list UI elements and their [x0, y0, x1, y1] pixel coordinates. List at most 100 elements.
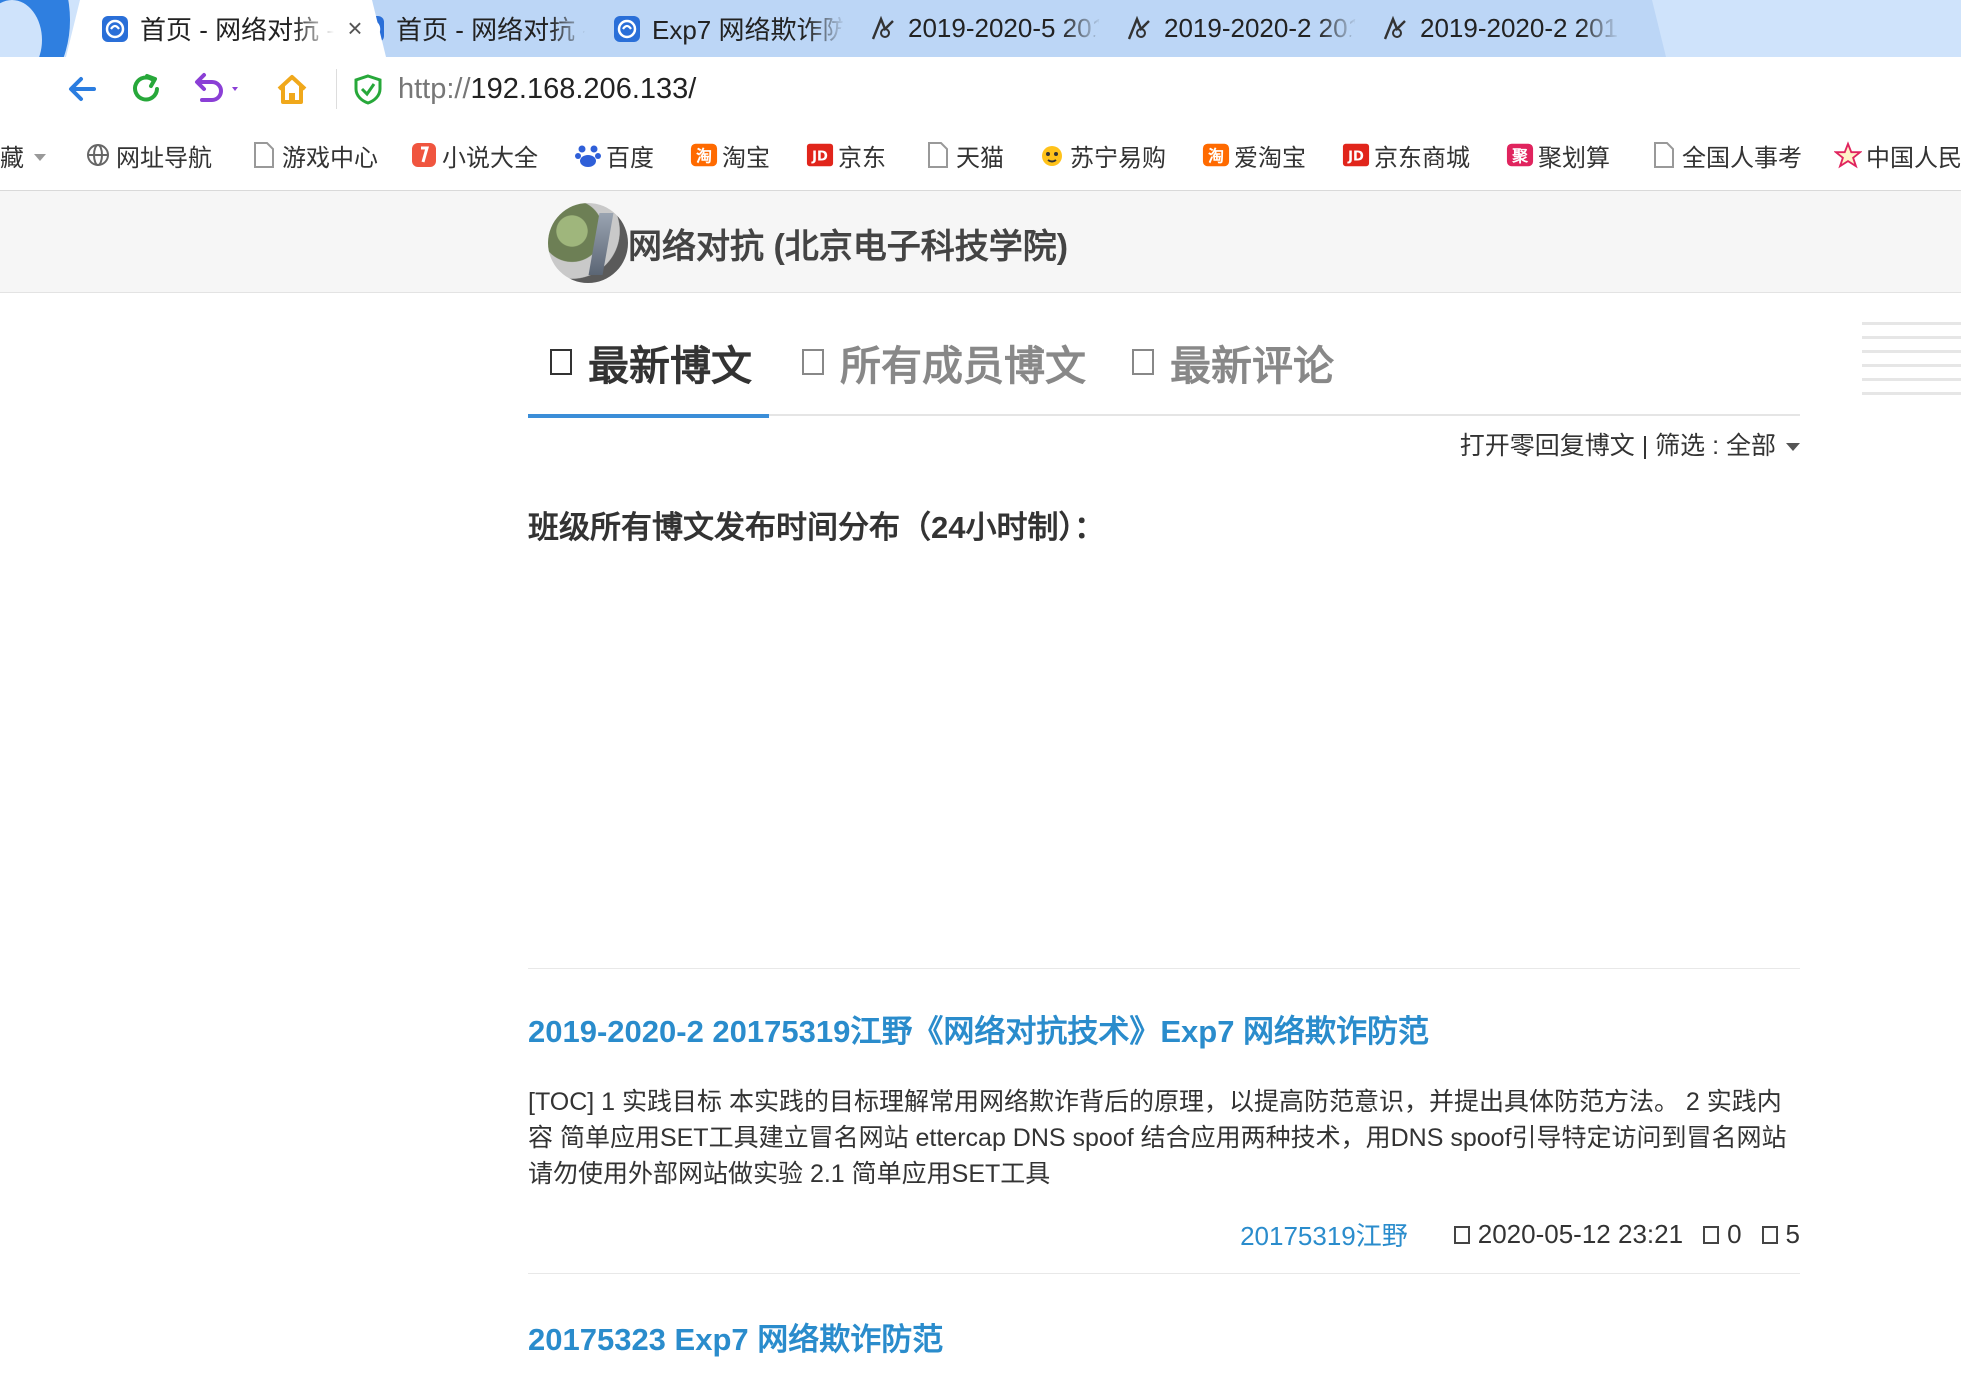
post-comments[interactable]: 0	[1703, 1219, 1742, 1250]
back-button[interactable]	[60, 67, 104, 111]
post-title-link[interactable]: 2019-2020-2 20175319江野《网络对抗技术》Exp7 网络欺诈防…	[528, 1006, 1429, 1051]
post-views: 5	[1761, 1219, 1800, 1250]
taobao-icon: 淘	[690, 141, 718, 169]
browser-tab-title: 首页 - 网络对抗 - 北京电子科技学院	[396, 10, 590, 47]
active-tab-indicator	[528, 414, 769, 418]
browser-nav-bar: http://192.168.206.133/	[0, 57, 1961, 119]
security-shield-icon	[354, 74, 382, 105]
bookmark-label: 京东商城	[1374, 144, 1470, 172]
refresh-button[interactable]	[124, 67, 168, 111]
divider	[528, 1273, 1800, 1274]
cnblogs-icon	[612, 14, 642, 44]
bookmark-item[interactable]: 苏宁易购	[1038, 139, 1166, 172]
tab-latest-posts[interactable]: 最新博文	[550, 332, 752, 392]
bookmark-label: 游戏中心	[282, 144, 378, 172]
bookmark-label: 百度	[606, 144, 654, 172]
url-scheme: http://	[398, 73, 471, 105]
post-datetime-value: 2020-05-12 23:21	[1477, 1219, 1684, 1249]
tab-icon	[802, 349, 824, 375]
distribution-chart-area	[528, 560, 1800, 960]
page-icon	[250, 141, 278, 169]
post-comments-count: 0	[1727, 1219, 1742, 1249]
novel-icon	[410, 141, 438, 169]
bookmark-favorites[interactable]: 藏	[0, 139, 46, 172]
suning-icon	[1038, 141, 1066, 169]
svg-text:淘: 淘	[1208, 147, 1224, 166]
post-datetime: 2020-05-12 23:21	[1453, 1219, 1684, 1250]
bookmark-label: 天猫	[956, 144, 1004, 172]
home-icon	[277, 75, 307, 104]
eye-icon	[1761, 1225, 1778, 1244]
bookmark-item[interactable]: 淘 淘宝	[690, 139, 770, 172]
clock-icon	[1453, 1225, 1470, 1244]
star-icon	[1834, 141, 1862, 169]
browser-tab-title: Exp7 网络欺诈防范	[652, 10, 846, 47]
bookmark-label: 全国人事考	[1682, 144, 1802, 172]
tab-icon	[550, 349, 572, 375]
cnblogs-icon	[100, 14, 130, 44]
side-menu-lines	[1862, 322, 1961, 414]
bookmark-item[interactable]: JD 京东商城	[1342, 139, 1470, 172]
post-author-link[interactable]: 20175319江野	[1240, 1216, 1408, 1253]
bookmark-item[interactable]: 游戏中心	[250, 139, 378, 172]
distribution-title: 班级所有博文发布时间分布（24小时制）：	[528, 510, 1105, 545]
post-title-link[interactable]: 20175323 Exp7 网络欺诈防范	[528, 1314, 943, 1359]
comment-icon	[1703, 1225, 1720, 1244]
bookmark-item[interactable]: 聚 聚划算	[1506, 139, 1610, 172]
bookmark-label: 网址导航	[116, 144, 212, 172]
post-excerpt: [TOC] 1 实践目标 本实践的目标理解常用网络欺诈背后的原理，以提高防范意识…	[528, 1088, 1787, 1188]
caret-down-icon	[34, 141, 46, 169]
svg-text:淘: 淘	[696, 147, 712, 166]
close-icon[interactable]: ×	[342, 13, 368, 44]
page-icon	[924, 141, 952, 169]
filter-control[interactable]: 打开零回复博文 | 筛选 : 全部	[1400, 426, 1800, 462]
site-title[interactable]: 网络对抗 (北京电子科技学院)	[628, 219, 1068, 268]
bookmark-item[interactable]: JD 京东	[806, 139, 886, 172]
site-avatar[interactable]	[548, 203, 628, 283]
blog-icon	[1380, 14, 1410, 44]
browser-tab-title: 首页 - 网络对抗 - 北京电子科技学院	[140, 10, 334, 47]
bookmark-item[interactable]: 中国人民	[1834, 139, 1961, 172]
bookmark-item[interactable]: 全国人事考	[1650, 139, 1802, 172]
site-header: 网络对抗 (北京电子科技学院)	[0, 191, 1961, 293]
post-views-count: 5	[1785, 1219, 1800, 1249]
nav-divider	[336, 69, 337, 109]
bookmark-label: 藏	[0, 144, 24, 172]
browser-tab-title: 2019-2020-5 20175319	[908, 13, 1102, 44]
jd-icon: JD	[1342, 141, 1370, 169]
bookmark-label: 淘宝	[722, 144, 770, 172]
bookmark-label: 苏宁易购	[1070, 144, 1166, 172]
bookmarks-bar: 藏 网址导航 游戏中心 小说大全 百度 淘 淘宝 JD 京东 天猫 苏宁易购 淘…	[0, 119, 1961, 191]
caret-down-icon	[1786, 443, 1800, 452]
bookmark-item[interactable]: 天猫	[924, 139, 1004, 172]
bookmark-item[interactable]: 小说大全	[410, 139, 538, 172]
tab-all-member-posts[interactable]: 所有成员博文	[802, 332, 1086, 392]
browser-tab-title: 2019-2020-2 20175319	[1420, 13, 1620, 44]
jd-icon: JD	[806, 141, 834, 169]
bookmark-label: 聚划算	[1538, 144, 1610, 172]
back-arrow-icon	[69, 77, 96, 101]
url-host: 192.168.206.133/	[470, 73, 697, 105]
svg-text:JD: JD	[811, 150, 828, 165]
svg-text:JD: JD	[1347, 150, 1364, 165]
main-tabs: 最新博文 所有成员博文 最新评论	[528, 318, 1800, 418]
bookmark-item[interactable]: 百度	[574, 139, 654, 172]
tab-label: 所有成员博文	[840, 343, 1086, 389]
address-bar[interactable]: http://192.168.206.133/	[398, 67, 1898, 111]
bookmark-label: 中国人民	[1866, 144, 1961, 172]
tab-label: 最新评论	[1170, 343, 1334, 389]
browser-tab-1[interactable]: 首页 - 网络对抗 - 北京电子科技学院 ×	[66, 0, 386, 57]
blog-icon	[868, 14, 898, 44]
bookmark-item[interactable]: 网址导航	[84, 139, 212, 172]
tab-label: 最新博文	[588, 343, 752, 389]
undo-icon	[195, 73, 238, 102]
undo-close-tab-button[interactable]	[186, 67, 250, 111]
browser-logo-icon	[0, 0, 70, 57]
globe-icon	[84, 141, 112, 169]
bookmark-label: 小说大全	[442, 144, 538, 172]
page-icon	[1650, 141, 1678, 169]
bookmark-item[interactable]: 淘 爱淘宝	[1202, 139, 1306, 172]
home-button[interactable]	[270, 67, 314, 111]
tab-latest-comments[interactable]: 最新评论	[1132, 332, 1334, 392]
browser-tab-6[interactable]: 2019-2020-2 20175319	[1346, 0, 1666, 57]
